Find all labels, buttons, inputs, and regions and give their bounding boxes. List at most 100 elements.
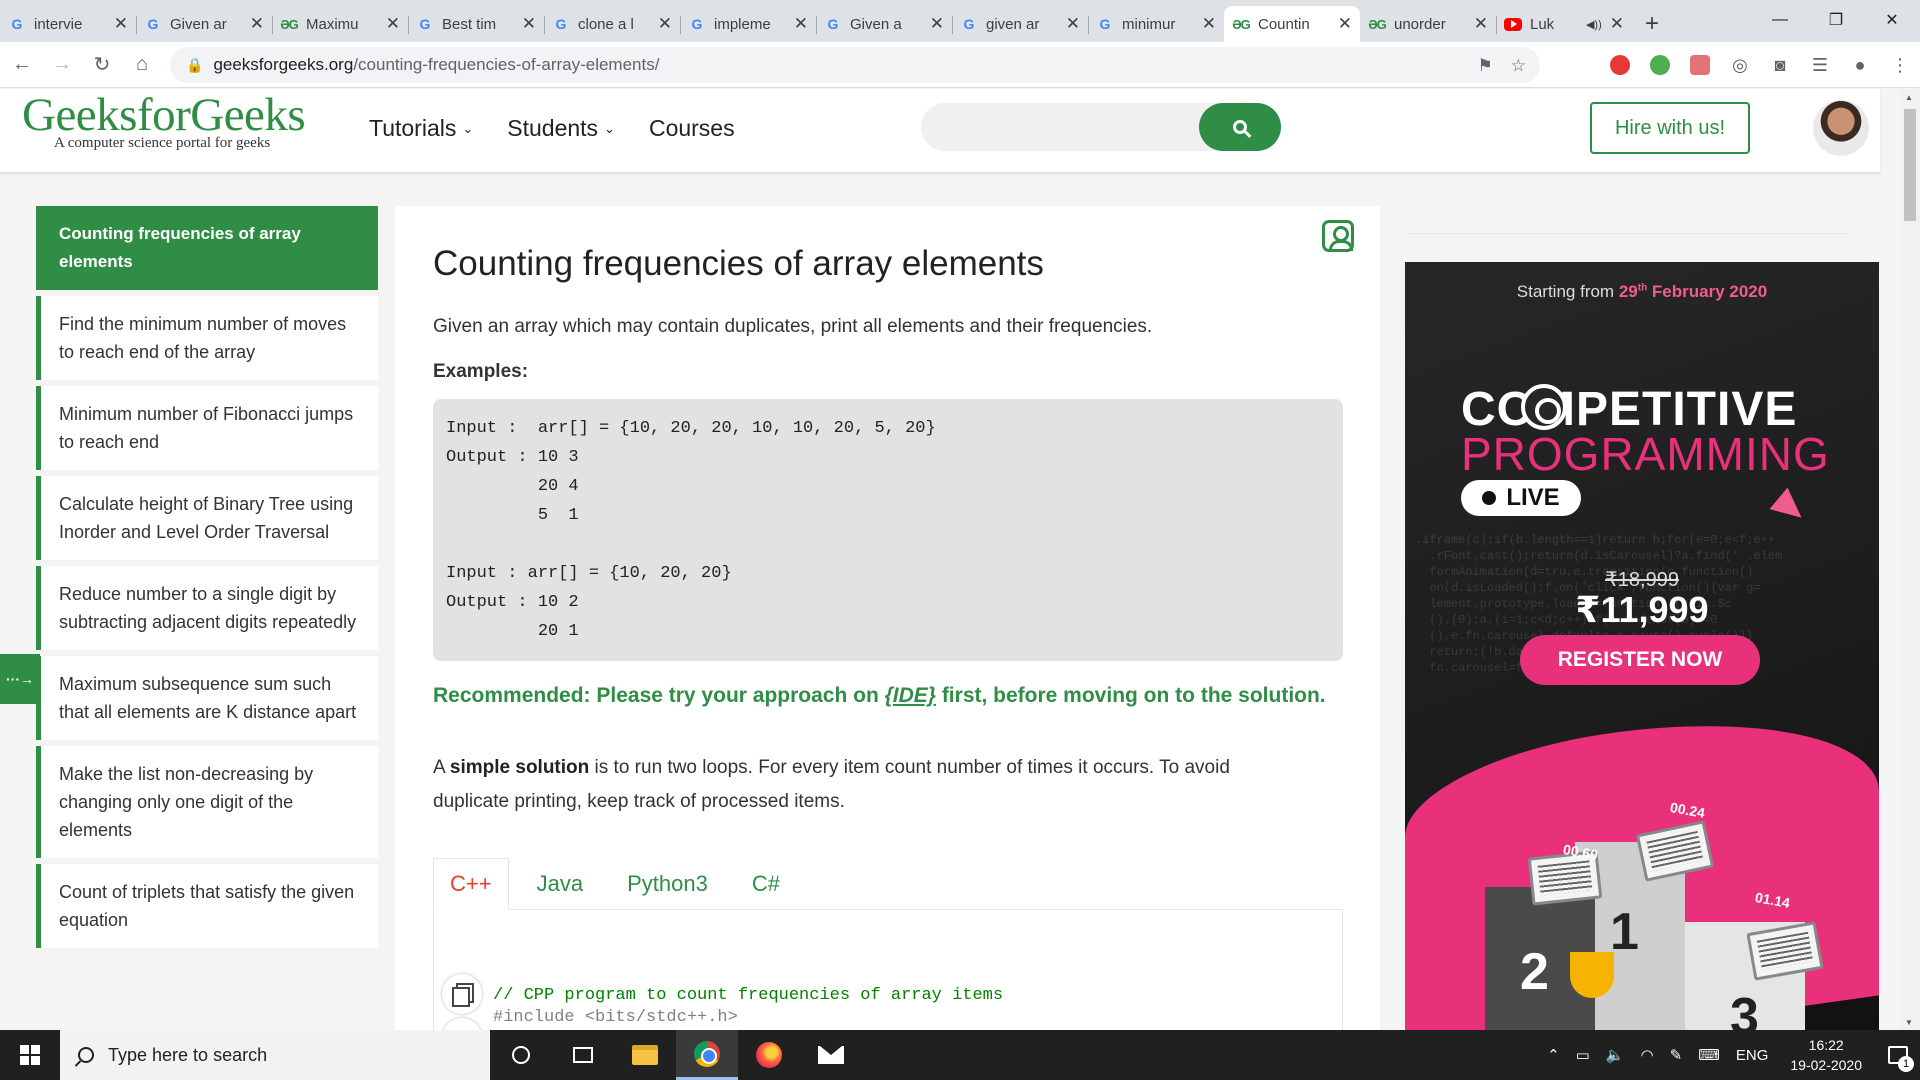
tab-cp[interactable]: C++ bbox=[433, 858, 509, 910]
chrome-icon[interactable] bbox=[676, 1030, 738, 1080]
close-tab-icon[interactable]: ✕ bbox=[1202, 14, 1216, 34]
scrollbar-thumb[interactable] bbox=[1904, 109, 1916, 221]
site-search-input[interactable] bbox=[921, 103, 1281, 151]
restore-icon[interactable]: ❐ bbox=[1808, 0, 1864, 40]
close-tab-icon[interactable]: ✕ bbox=[522, 14, 536, 34]
ide-link[interactable]: {IDE} bbox=[885, 684, 936, 707]
nav-tutorials[interactable]: Tutorials ⌄ bbox=[369, 115, 473, 142]
cortana-icon[interactable] bbox=[490, 1030, 552, 1080]
competitive-programming-ad[interactable]: .iframe(c);if(b.length==1)return b;for(e… bbox=[1405, 262, 1879, 1032]
firefox-icon[interactable] bbox=[738, 1030, 800, 1080]
scroll-down-icon[interactable]: ▼ bbox=[1905, 1018, 1913, 1027]
menu-dots-icon[interactable]: ⋮ bbox=[1880, 47, 1920, 83]
nav-courses[interactable]: Courses bbox=[649, 115, 735, 142]
copy-code-icon[interactable] bbox=[442, 974, 482, 1014]
pen-icon[interactable]: ✎ bbox=[1670, 1046, 1683, 1064]
forward-icon[interactable]: → bbox=[44, 47, 80, 83]
sidebar-item[interactable]: Find the minimum number of moves to reac… bbox=[36, 296, 378, 380]
sidebar-item[interactable]: Minimum number of Fibonacci jumps to rea… bbox=[36, 386, 378, 470]
scroll-up-icon[interactable]: ▲ bbox=[1905, 93, 1913, 102]
tab-python3[interactable]: Python3 bbox=[611, 858, 724, 910]
browser-tab[interactable]: G Best tim ✕ bbox=[408, 6, 544, 42]
hire-button[interactable]: Hire with us! bbox=[1590, 102, 1750, 154]
user-icon[interactable] bbox=[1322, 220, 1354, 252]
live-dot-icon bbox=[1482, 491, 1497, 505]
register-now-button[interactable]: REGISTER NOW bbox=[1520, 635, 1760, 685]
close-tab-icon[interactable]: ✕ bbox=[386, 14, 400, 34]
close-tab-icon[interactable]: ✕ bbox=[1610, 14, 1624, 34]
browser-tab[interactable]: Gclone a l ✕ bbox=[544, 6, 680, 42]
battery-icon[interactable]: ▭ bbox=[1576, 1046, 1590, 1064]
tab-label: clone a l bbox=[578, 15, 634, 33]
address-bar[interactable]: 🔒 geeksforgeeks.org/counting-frequencies… bbox=[170, 47, 1540, 83]
audio-playing-icon[interactable]: ◀)) bbox=[1586, 18, 1602, 31]
close-tab-icon[interactable]: ✕ bbox=[114, 14, 128, 34]
start-button[interactable] bbox=[0, 1030, 60, 1080]
task-view-icon[interactable] bbox=[552, 1030, 614, 1080]
browser-tab[interactable]: ƏG Countin ✕ bbox=[1224, 6, 1360, 42]
extension-red-icon[interactable] bbox=[1600, 47, 1640, 83]
page-scrollbar[interactable]: ▲ ▼ bbox=[1900, 89, 1920, 1029]
close-tab-icon[interactable]: ✕ bbox=[1338, 14, 1352, 34]
search-icon bbox=[1233, 120, 1247, 134]
search-button[interactable] bbox=[1199, 103, 1281, 151]
mail-icon[interactable] bbox=[800, 1030, 862, 1080]
file-explorer-icon[interactable] bbox=[614, 1030, 676, 1080]
sidebar-item[interactable]: Maximum subsequence sum such that all el… bbox=[36, 656, 378, 740]
close-tab-icon[interactable]: ✕ bbox=[930, 14, 944, 34]
tab-java[interactable]: Java bbox=[521, 858, 599, 910]
user-avatar[interactable] bbox=[1813, 100, 1869, 156]
browser-tab[interactable]: ƏG Maximu ✕ bbox=[272, 6, 408, 42]
sidebar-item[interactable]: Count of triplets that satisfy the given… bbox=[36, 864, 378, 948]
close-tab-icon[interactable]: ✕ bbox=[1066, 14, 1080, 34]
media-control-icon[interactable]: ☰ bbox=[1800, 47, 1840, 83]
reload-icon[interactable]: ↻ bbox=[84, 47, 120, 83]
new-tab-icon[interactable]: + bbox=[1632, 6, 1672, 42]
clock[interactable]: 16:22 19-02-2020 bbox=[1790, 1035, 1862, 1075]
taskbar-search[interactable]: Type here to search bbox=[60, 1030, 490, 1080]
volume-icon[interactable]: 🔈 bbox=[1606, 1046, 1625, 1064]
minimize-icon[interactable]: — bbox=[1752, 0, 1808, 40]
tab-label: Maximu bbox=[306, 15, 359, 33]
close-tab-icon[interactable]: ✕ bbox=[1474, 14, 1488, 34]
browser-tab[interactable]: Luk ◀)) ✕ bbox=[1496, 6, 1632, 42]
wifi-icon[interactable]: ◠ bbox=[1641, 1046, 1654, 1064]
browser-tab[interactable]: Gminimur ✕ bbox=[1088, 6, 1224, 42]
browser-tab[interactable]: Gintervie ✕ bbox=[0, 6, 136, 42]
profile-icon[interactable]: ● bbox=[1840, 47, 1880, 83]
browser-tab[interactable]: G Given ar ✕ bbox=[136, 6, 272, 42]
close-tab-icon[interactable]: ✕ bbox=[658, 14, 672, 34]
browser-tab[interactable]: ƏG unorder ✕ bbox=[1360, 6, 1496, 42]
tab-label: Countin bbox=[1258, 15, 1310, 33]
window-controls: — ❐ ✕ bbox=[1752, 0, 1920, 40]
code-panel: // CPP program to count frequencies of a… bbox=[433, 910, 1343, 1032]
translate-icon[interactable]: ⚑ bbox=[1478, 56, 1493, 76]
sidebar-toggle-button[interactable]: ···→ bbox=[0, 654, 40, 704]
close-tab-icon[interactable]: ✕ bbox=[794, 14, 808, 34]
extension-globe-icon[interactable] bbox=[1640, 47, 1680, 83]
extension-circle-icon[interactable]: ◎ bbox=[1720, 47, 1760, 83]
notification-icon[interactable]: 1 bbox=[1876, 1030, 1920, 1080]
sidebar-item[interactable]: Reduce number to a single digit by subtr… bbox=[36, 566, 378, 650]
language-indicator[interactable]: ENG bbox=[1736, 1047, 1769, 1064]
browser-tab[interactable]: Gimpleme ✕ bbox=[680, 6, 816, 42]
chevron-up-icon[interactable]: ⌃ bbox=[1547, 1046, 1560, 1064]
sidebar-item[interactable]: Calculate height of Binary Tree using In… bbox=[36, 476, 378, 560]
close-tab-icon[interactable]: ✕ bbox=[250, 14, 264, 34]
related-articles-sidebar: Counting frequencies of array elements Fi… bbox=[36, 206, 378, 954]
close-window-icon[interactable]: ✕ bbox=[1864, 0, 1920, 40]
nav-students[interactable]: Students ⌄ bbox=[507, 115, 615, 142]
back-icon[interactable]: ← bbox=[4, 47, 40, 83]
keyboard-icon[interactable]: ⌨ bbox=[1698, 1046, 1720, 1064]
sidebar-item[interactable]: Make the list non-decreasing by changing… bbox=[36, 746, 378, 858]
camera-icon[interactable]: ◙ bbox=[1760, 47, 1800, 83]
bookmark-star-icon[interactable]: ☆ bbox=[1511, 56, 1526, 76]
home-icon[interactable]: ⌂ bbox=[124, 47, 160, 83]
pdf-extension-icon[interactable] bbox=[1680, 47, 1720, 83]
browser-tab[interactable]: G Given a ✕ bbox=[816, 6, 952, 42]
tab-cp[interactable]: C# bbox=[736, 858, 796, 910]
sidebar-item[interactable]: Counting frequencies of array elements bbox=[36, 206, 378, 290]
article-title: Counting frequencies of array elements bbox=[433, 244, 1044, 283]
browser-tab[interactable]: Ggiven ar ✕ bbox=[952, 6, 1088, 42]
site-logo[interactable]: GeeksforGeeks bbox=[22, 90, 306, 140]
